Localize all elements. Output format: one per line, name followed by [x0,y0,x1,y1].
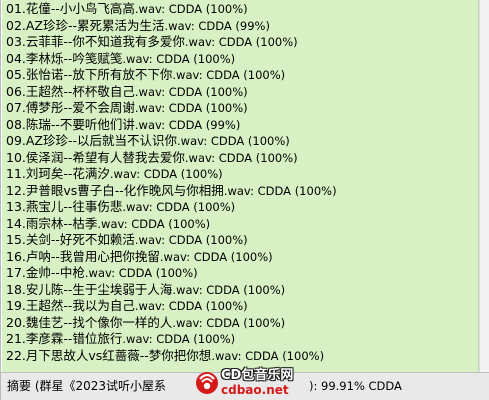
track-list-pane[interactable]: 01.花僮--小小鸟飞高高.wav: CDDA (100%) 02.AZ珍珍--累… [2,0,479,372]
track-format-status: : CDDA (100%) [148,51,236,66]
track-row[interactable]: 11.刘珂矣--花满汐.wav: CDDA (100%) [6,166,478,183]
track-extension: .wav [164,18,191,33]
track-format-status: : CDDA (100%) [203,134,290,148]
track-title: 15.关剑--好死不如赖活 [6,232,135,247]
track-title: 10.侯泽润--希望有人替我去爱你 [6,149,185,165]
track-extension: .wav [172,315,199,330]
track-extension: .wav [134,101,162,115]
track-extension: .wav [184,150,212,165]
track-format-status: : CDDA (100%) [148,200,236,214]
track-format-status: : CDDA (100%) [123,216,211,231]
track-title: 17.金帅--中枪 [6,265,85,280]
track-format-status: : CDDA (100%) [161,84,248,99]
track-row[interactable]: 02.AZ珍珍--累死累活为生活.wav: CDDA (99%) [6,18,478,35]
track-extension: .wav [184,35,212,49]
track-extension: .wav [159,249,187,264]
track-extension: .wav [122,332,149,346]
track-format-status: : CDDA (100%) [161,101,248,115]
track-row[interactable]: 19.王超然--我以为自己.wav: CDDA (100%) [6,298,478,315]
track-format-status: : CDDA (100%) [148,332,236,346]
track-row[interactable]: 20.魏佳艺--找个像你一样的人.wav: CDDA (100%) [6,315,478,332]
track-format-status: : CDDA (100%) [198,315,286,330]
track-extension: .wav [134,2,162,16]
track-title: 11.刘珂矣--花满汐 [6,166,110,181]
track-row[interactable]: 18.安儿陈--生于尘埃弱于人海.wav: CDDA (100%) [6,282,478,299]
track-extension: .wav [134,84,162,99]
track-row[interactable]: 13.燕宝儿--往事伤悲.wav: CDDA (100%) [6,199,478,216]
summary-label: 摘要 (群星《2023试听小屋系 [7,379,167,393]
vertical-scrollbar[interactable] [479,0,489,372]
track-row[interactable]: 12.尹普眼vs曹子白--化作晚风与你相拥.wav: CDDA (100%) [6,183,478,200]
track-title: 13.燕宝儿--往事伤悲 [6,199,123,214]
track-row[interactable]: 05.张怡诺--放下所有放不下你.wav: CDDA (100%) [6,67,478,84]
track-extension: .wav [109,167,137,181]
track-format-status: : CDDA (100%) [161,233,248,247]
track-title: 02.AZ珍珍--累死累活为生活 [6,17,165,33]
track-extension: .wav [211,348,238,363]
track-title: 12.尹普眼vs曹子白--化作晚风与你相拥 [6,182,224,198]
track-format-status: : CDDA (100%) [250,183,337,198]
track-extension: .wav [122,200,149,214]
track-row[interactable]: 03.云菲菲--你不知道我有多爱你.wav: CDDA (100%) [6,34,478,51]
track-title: 19.王超然--我以为自己 [6,298,135,313]
track-extension: .wav [84,266,112,280]
track-title: 20.魏佳艺--找个像你一样的人 [6,314,173,330]
track-title: 22.月下思故人vs红蔷薇--梦你把你想 [6,347,212,363]
track-title: 14.雨宗林--枯季 [6,215,98,231]
track-format-status: : CDDA (99%) [190,18,270,33]
track-format-status: : CDDA (100%) [161,299,248,313]
track-title: 06.王超然--杯杯敬自己 [6,83,135,99]
track-format-status: : CDDA (100%) [211,150,298,165]
track-title: 18.安儿陈--生于尘埃弱于人海 [6,281,173,297]
track-row[interactable]: 14.雨宗林--枯季.wav: CDDA (100%) [6,216,478,233]
analysis-window: 01.花僮--小小鸟飞高高.wav: CDDA (100%) 02.AZ珍珍--累… [0,0,489,400]
track-extension: .wav [122,51,149,66]
track-list: 01.花僮--小小鸟飞高高.wav: CDDA (100%) 02.AZ珍珍--累… [2,0,478,364]
track-extension: .wav [172,282,199,297]
track-extension: .wav [223,183,251,198]
track-format-status: : CDDA (100%) [237,348,325,363]
track-format-status: : CDDA (100%) [186,249,273,264]
track-title: 09.AZ珍珍--以后就当不认识你 [6,133,178,148]
track-row[interactable]: 06.王超然--杯杯敬自己.wav: CDDA (100%) [6,84,478,101]
track-row[interactable]: 22.月下思故人vs红蔷薇--梦你把你想.wav: CDDA (100%) [6,348,478,365]
track-row[interactable]: 21.李彦霖--错位旅行.wav: CDDA (100%) [6,331,478,348]
summary-score: ): 99.91% CDDA [309,379,402,393]
track-row[interactable]: 04.李林烁--吟笺赋笺.wav: CDDA (100%) [6,51,478,68]
track-row[interactable]: 15.关剑--好死不如赖活.wav: CDDA (100%) [6,232,478,249]
track-row[interactable]: 16.卢呐--我曾用心把你挽留.wav: CDDA (100%) [6,249,478,266]
track-format-status: : CDDA (100%) [111,266,198,280]
track-row[interactable]: 17.金帅--中枪.wav: CDDA (100%) [6,265,478,282]
track-format-status: : CDDA (99%) [161,117,241,132]
track-extension: .wav [134,233,162,247]
track-row[interactable]: 09.AZ珍珍--以后就当不认识你.wav: CDDA (100%) [6,133,478,150]
track-title: 21.李彦霖--错位旅行 [6,331,123,346]
track-extension: .wav [97,216,124,231]
track-row[interactable]: 07.傅梦彤--爱不会周谢.wav: CDDA (100%) [6,100,478,117]
track-row[interactable]: 08.陈瑞--不要听他们讲.wav: CDDA (99%) [6,117,478,134]
track-title: 03.云菲菲--你不知道我有多爱你 [6,34,185,49]
track-format-status: : CDDA (100%) [136,167,223,181]
track-format-status: : CDDA (100%) [161,2,248,16]
track-title: 04.李林烁--吟笺赋笺 [6,50,123,66]
site-watermark: CD包音乐网 cdbao.net [195,368,315,400]
track-format-status: : CDDA (100%) [198,68,286,82]
track-format-status: : CDDA (100%) [211,35,298,49]
watermark-site-name: CD包音乐网 [221,368,294,383]
track-format-status: : CDDA (100%) [198,282,286,297]
watermark-domain: cdbao.net [221,383,289,397]
track-title: 16.卢呐--我曾用心把你挽留 [6,248,160,264]
track-extension: .wav [134,117,162,132]
track-title: 08.陈瑞--不要听他们讲 [6,116,135,132]
cd-logo-icon [196,372,218,394]
track-title: 07.傅梦彤--爱不会周谢 [6,100,135,115]
track-extension: .wav [134,299,162,313]
track-title: 05.张怡诺--放下所有放不下你 [6,67,173,82]
track-extension: .wav [172,68,199,82]
track-title: 01.花僮--小小鸟飞高高 [6,1,135,16]
track-row[interactable]: 10.侯泽润--希望有人替我去爱你.wav: CDDA (100%) [6,150,478,167]
track-row[interactable]: 01.花僮--小小鸟飞高高.wav: CDDA (100%) [6,1,478,18]
track-extension: .wav [177,134,204,148]
